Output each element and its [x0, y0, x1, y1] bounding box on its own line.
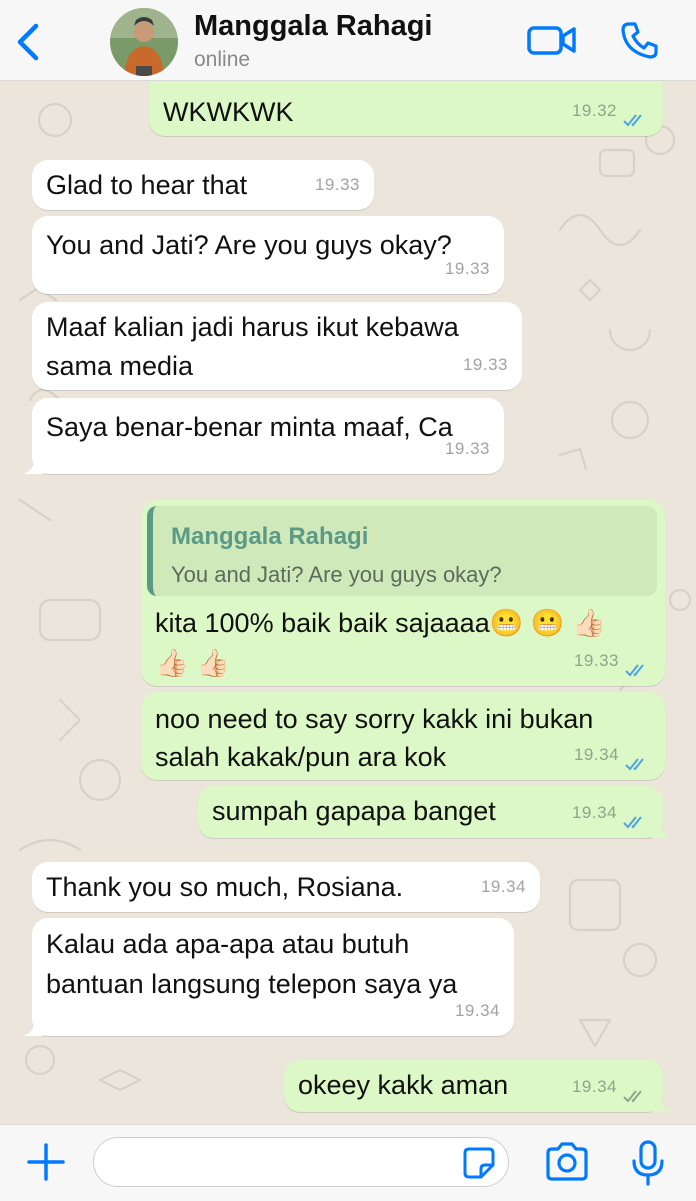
- message-bubble-outgoing[interactable]: sumpah gapapa banget 19.34: [198, 786, 672, 838]
- message-time: 19.33: [573, 651, 619, 670]
- read-receipt-icon: [623, 114, 642, 127]
- bubble-tail: [652, 820, 672, 838]
- quoted-sender-name: Manggala Rahagi: [171, 523, 369, 550]
- quoted-text: You and Jati? Are you guys okay?: [171, 562, 502, 587]
- read-receipt-icon: [625, 664, 644, 677]
- microphone-icon[interactable]: [628, 1139, 668, 1187]
- sticker-icon[interactable]: [461, 1145, 497, 1181]
- message-time: 19.34: [571, 803, 617, 822]
- message-bubble-incoming[interactable]: Saya benar-benar minta maaf, Ca 19.33: [23, 398, 504, 474]
- bubble-tail: [23, 456, 43, 474]
- message-input-bar: [0, 1124, 696, 1201]
- message-time: 19.33: [462, 355, 508, 374]
- message-time: 19.33: [444, 439, 490, 458]
- message-time: 19.32: [571, 101, 617, 120]
- message-time: 19.34: [573, 745, 619, 764]
- phone-icon[interactable]: [620, 20, 660, 60]
- message-text: You and Jati? Are you guys okay?: [46, 230, 452, 260]
- message-bubble-outgoing[interactable]: okeey kakk aman 19.34: [284, 1060, 672, 1112]
- read-receipt-icon: [625, 758, 644, 771]
- message-time: 19.33: [314, 175, 360, 194]
- avatar[interactable]: [110, 8, 178, 76]
- message-bubble-outgoing[interactable]: noo need to say sorry kakk ini bukan sal…: [141, 692, 665, 780]
- message-text: Kalau ada apa-apa atau butuh bantuan lan…: [46, 929, 458, 999]
- message-text: kita 100% baik baik sajaaaa😬 😬 👍🏻 👍🏻 👍🏻: [155, 608, 606, 678]
- camera-icon[interactable]: [544, 1141, 590, 1183]
- video-camera-icon[interactable]: [527, 22, 577, 58]
- message-time: 19.34: [480, 877, 526, 896]
- contact-name[interactable]: Manggala Rahagi: [194, 10, 433, 43]
- quoted-message[interactable]: Manggala Rahagi You and Jati? Are you gu…: [147, 506, 657, 596]
- message-text: Glad to hear that: [46, 170, 248, 200]
- message-bubble-incoming[interactable]: You and Jati? Are you guys okay? 19.33: [32, 216, 504, 294]
- message-text: Maaf kalian jadi harus ikut kebawa sama …: [46, 312, 459, 381]
- message-text: Thank you so much, Rosiana.: [46, 872, 404, 902]
- message-input[interactable]: [93, 1137, 509, 1187]
- chevron-left-icon[interactable]: [12, 20, 46, 64]
- plus-icon[interactable]: [26, 1142, 66, 1182]
- delivered-receipt-icon: [623, 1090, 642, 1103]
- message-bubble-incoming[interactable]: Glad to hear that 19.33: [32, 160, 374, 210]
- read-receipt-icon: [623, 816, 642, 829]
- bubble-tail: [652, 1094, 672, 1112]
- message-time: 19.34: [571, 1077, 617, 1096]
- message-text: WKWKWK: [163, 97, 294, 127]
- message-text: Saya benar-benar minta maaf, Ca: [46, 412, 453, 442]
- message-bubble-incoming[interactable]: Thank you so much, Rosiana. 19.34: [32, 862, 540, 912]
- message-bubble-incoming[interactable]: Kalau ada apa-apa atau butuh bantuan lan…: [23, 918, 514, 1036]
- message-bubble-outgoing-reply[interactable]: Manggala Rahagi You and Jati? Are you gu…: [141, 500, 665, 686]
- message-time: 19.34: [454, 1001, 500, 1020]
- contact-status: online: [194, 48, 251, 71]
- chat-header: Manggala Rahagi online: [0, 0, 696, 81]
- message-time: 19.33: [444, 259, 490, 278]
- message-bubble-incoming[interactable]: Maaf kalian jadi harus ikut kebawa sama …: [32, 302, 522, 390]
- bubble-tail: [23, 1018, 43, 1036]
